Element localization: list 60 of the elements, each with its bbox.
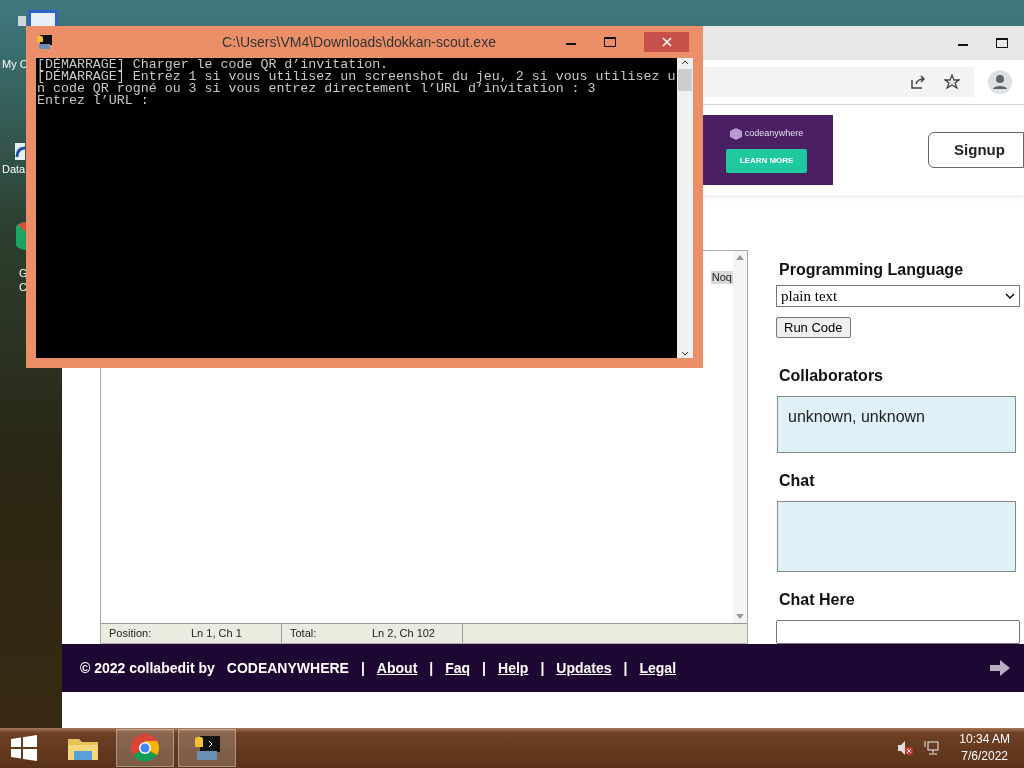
status-label: Total: xyxy=(289,626,318,642)
signup-button[interactable]: Signup xyxy=(928,132,1024,168)
section-heading: Chat xyxy=(778,471,816,492)
console-line: [DÉMARRAGE] Entrez 1 si vous utilisez un screenshot du jeu, 2 si vous utilisez u xyxy=(37,71,677,83)
chrome-icon xyxy=(130,733,160,763)
footer-brand: CODEANYWHERE xyxy=(226,658,349,678)
star-icon[interactable] xyxy=(944,74,960,90)
language-select[interactable]: plain text xyxy=(776,285,1020,307)
section-heading: Chat Here xyxy=(778,590,856,610)
scrollbar[interactable] xyxy=(677,58,693,358)
close-button[interactable] xyxy=(644,32,689,52)
down-arrow-icon[interactable] xyxy=(736,614,744,619)
separator: | xyxy=(540,658,545,678)
maximize-icon[interactable] xyxy=(996,38,1008,48)
icon-label: C xyxy=(19,280,28,294)
console-line: [DÉMARRAGE] Charger le code QR d’invitation. xyxy=(37,59,389,71)
separator: | xyxy=(482,658,487,678)
footer-link[interactable]: About xyxy=(376,657,418,679)
ad-brand: codeanywhere xyxy=(744,127,804,141)
chrome-icon[interactable] xyxy=(16,222,26,250)
status-label: Position: xyxy=(108,626,153,642)
footer-link[interactable]: Legal xyxy=(639,657,677,679)
section-heading: Collaborators xyxy=(778,366,884,386)
console-title: C:\Users\VM4\Downloads\dokkan-scout.exe xyxy=(221,32,497,52)
clock-date[interactable]: 7/6/2022 xyxy=(961,748,1008,765)
taskbar-button[interactable] xyxy=(178,729,236,767)
console-line: Entrez l’URL : xyxy=(37,95,149,107)
footer-link[interactable]: Help xyxy=(498,657,529,679)
muted-speaker-icon[interactable] xyxy=(897,740,914,756)
terminal-icon xyxy=(192,733,222,763)
ad-banner[interactable]: codeanywhere LEARN MORE xyxy=(700,115,834,185)
maximize-icon[interactable] xyxy=(604,37,616,47)
run-code-button[interactable]: Run Code xyxy=(776,317,851,338)
caret-icon xyxy=(1005,293,1015,299)
editor-text: Noq xyxy=(710,271,733,284)
up-arrow-icon[interactable] xyxy=(736,255,744,260)
separator: | xyxy=(623,658,628,678)
separator: | xyxy=(360,658,365,678)
share-icon[interactable] xyxy=(910,74,926,90)
cube-icon xyxy=(729,128,742,140)
console-line: n code QR rogné ou 3 si vous entrez directement l’URL d’invitation : 3 xyxy=(37,83,597,95)
windows-icon[interactable] xyxy=(11,735,37,761)
collaborators-list: unknown, unknown xyxy=(788,408,925,425)
chat-input[interactable] xyxy=(776,620,1020,644)
terminal-icon xyxy=(36,34,52,50)
icon-label: Data xyxy=(2,163,26,176)
status-value: Ln 2, Ch 102 xyxy=(372,626,435,642)
separator: | xyxy=(429,658,434,678)
footer-link[interactable]: Faq xyxy=(445,657,471,679)
clock-time[interactable]: 10:34 AM xyxy=(959,731,1010,748)
section-heading: Programming Language xyxy=(778,260,965,280)
footer-link[interactable]: Updates xyxy=(556,657,612,679)
close-icon xyxy=(661,37,672,47)
arrow-icon[interactable] xyxy=(990,660,1010,676)
scroll-thumb[interactable] xyxy=(678,69,692,91)
copyright-text: © 2022 collabedit by xyxy=(80,658,215,678)
network-icon[interactable] xyxy=(923,740,940,756)
profile-icon[interactable] xyxy=(988,70,1012,94)
status-value: Ln 1, Ch 1 xyxy=(191,626,242,642)
computer-icon[interactable] xyxy=(18,10,60,26)
